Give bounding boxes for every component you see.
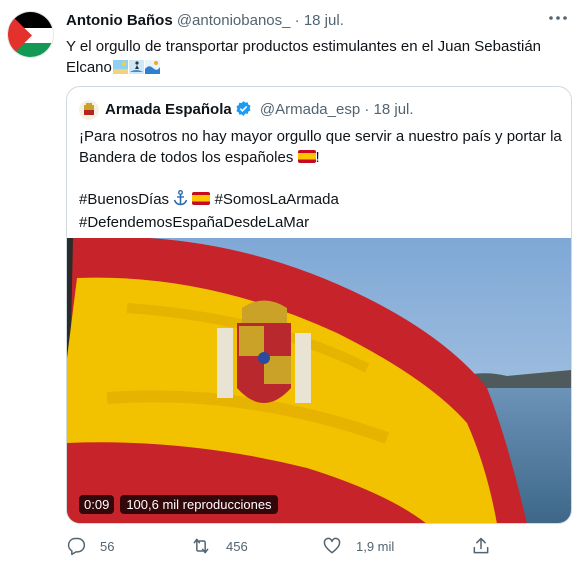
quoted-text: ¡Para nosotros no hay mayor orgullo que … — [79, 126, 563, 233]
spain-flag-icon — [297, 150, 316, 163]
spanish-flag-video-frame — [67, 238, 571, 523]
quoted-header: Armada Española @Armada_esp · 18 jul. — [105, 100, 414, 118]
hashtag-buenosdias[interactable]: #BuenosDías — [79, 191, 169, 208]
beach-icon — [112, 59, 128, 74]
retweet-count: 456 — [226, 538, 248, 554]
tweet-text-line2: Elcano — [66, 59, 112, 76]
quoted-author-name[interactable]: Armada Española — [105, 101, 232, 118]
hashtag-somoslaarmada[interactable]: #SomosLaArmada — [215, 191, 339, 208]
tweet-actions: 56 456 1,9 mil — [66, 536, 506, 558]
reply-count: 56 — [100, 538, 115, 554]
video-views: 100,6 mil reproducciones — [120, 495, 278, 514]
tweet-date[interactable]: 18 jul. — [304, 12, 344, 29]
hashtag-defendemosespana[interactable]: #DefendemosEspañaDesdeLaMar — [79, 214, 309, 231]
tweet-text-line1: Y el orgullo de transportar productos es… — [66, 38, 542, 55]
spain-flag-icon — [192, 192, 211, 205]
retweet-button[interactable]: 456 — [190, 536, 248, 556]
quoted-tweet[interactable]: Armada Española @Armada_esp · 18 jul. ¡P… — [66, 86, 572, 524]
tweet-header: Antonio Baños @antoniobanos_ · 18 jul. — [66, 12, 344, 29]
palestine-flag-avatar-icon — [8, 12, 53, 57]
surfer-icon — [128, 59, 144, 74]
quoted-avatar[interactable] — [79, 100, 99, 120]
avatar[interactable] — [7, 11, 54, 58]
anchor-icon — [173, 190, 188, 212]
heart-icon — [323, 537, 341, 554]
reply-icon — [67, 537, 86, 556]
like-button[interactable]: 1,9 mil — [322, 536, 394, 556]
tweet[interactable]: Antonio Baños @antoniobanos_ · 18 jul. Y… — [0, 0, 583, 567]
share-button[interactable] — [471, 536, 491, 556]
quoted-text-exclaim: ! — [315, 149, 320, 166]
quoted-text-line1: ¡Para nosotros no hay mayor orgullo que … — [79, 128, 562, 145]
quoted-date[interactable]: 18 jul. — [374, 101, 414, 118]
video-time: 0:09 — [79, 495, 115, 514]
more-options-icon[interactable] — [547, 10, 569, 26]
share-icon — [473, 537, 489, 554]
armada-logo-icon — [79, 100, 99, 120]
verified-badge-icon — [235, 100, 252, 117]
quoted-separator: · — [364, 101, 370, 118]
reply-button[interactable]: 56 — [66, 536, 114, 556]
quoted-author-handle[interactable]: @Armada_esp — [260, 101, 360, 118]
author-handle[interactable]: @antoniobanos_ — [177, 12, 291, 29]
author-name[interactable]: Antonio Baños — [66, 12, 173, 29]
like-count: 1,9 mil — [356, 538, 395, 554]
tweet-text: Y el orgullo de transportar productos es… — [66, 36, 566, 78]
wave-icon — [144, 59, 160, 74]
quoted-text-line2: Bandera de todos los españoles — [79, 149, 294, 166]
video-overlay: 0:09 100,6 mil reproducciones — [79, 495, 278, 514]
retweet-icon — [193, 538, 209, 554]
separator: · — [294, 12, 300, 29]
video-player[interactable]: 0:09 100,6 mil reproducciones — [67, 238, 571, 523]
